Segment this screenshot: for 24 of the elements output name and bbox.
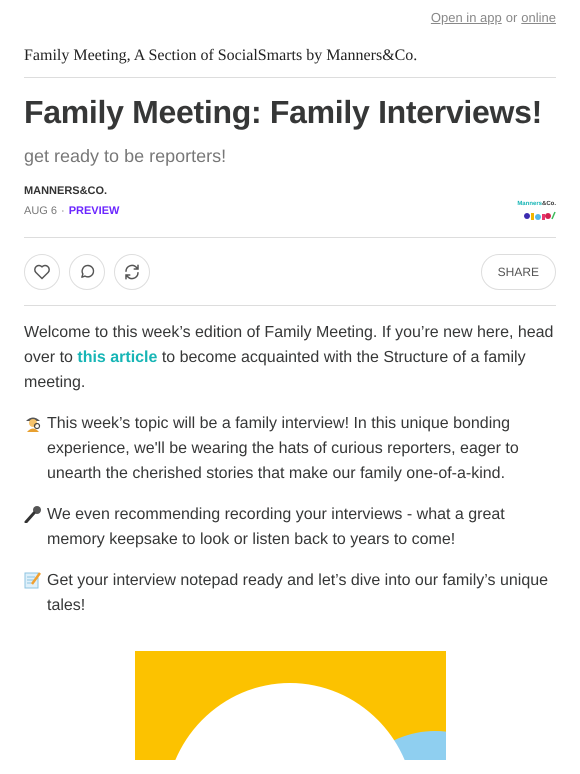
memo-icon xyxy=(24,571,42,589)
article-link[interactable]: this article xyxy=(77,349,158,366)
body-paragraph: This week’s topic will be a family interview! In this unique bonding experience, we'll be wearing the hats of curious reporters, eager to unearth the cherished stories that make our family one-of-a-kind. xyxy=(47,414,520,484)
post-subtitle: get ready to be reporters! xyxy=(24,146,228,167)
post-title: Family Meeting: Family Interviews! xyxy=(24,93,543,132)
heart-icon xyxy=(33,264,51,280)
author-name[interactable]: MANNERS&CO. xyxy=(24,185,120,197)
preview-label: PREVIEW xyxy=(68,205,120,217)
like-button[interactable] xyxy=(24,254,60,290)
separator-dot: · xyxy=(61,205,65,217)
online-link[interactable]: online xyxy=(521,10,556,25)
post-date: AUG 6 xyxy=(24,205,58,217)
open-in-app-link[interactable]: Open in app xyxy=(430,10,502,25)
share-button[interactable]: SHARE xyxy=(480,254,556,290)
speech-bubble-icon xyxy=(78,263,96,280)
publication-name: Family Meeting, A Section of SocialSmarts by Manners&Co. xyxy=(24,47,418,66)
body-paragraph: Get your interview notepad ready and let’s dive into our family’s unique tales! xyxy=(47,571,550,616)
microphone-icon xyxy=(24,505,42,523)
or-text: or xyxy=(506,10,518,25)
body-paragraph: We even recommending recording your interviews - what a great memory keepsake to look or listen back to years to come! xyxy=(47,505,506,550)
intro-paragraph: Welcome to this week’s edition of Family Meeting. If you’re new here, head over to this article to become acquainted with the Structure of a family meeting. xyxy=(24,323,554,393)
restack-button[interactable] xyxy=(114,254,150,290)
refresh-icon xyxy=(123,262,141,280)
comment-button[interactable] xyxy=(69,254,105,290)
